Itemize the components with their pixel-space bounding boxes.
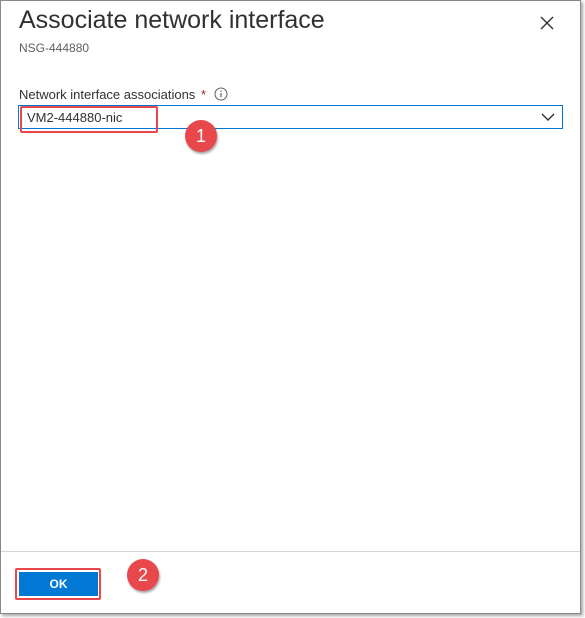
field-label-text: Network interface associations (19, 87, 196, 102)
close-button[interactable] (535, 11, 559, 35)
panel-title: Associate network interface (19, 6, 325, 34)
close-icon (540, 16, 554, 30)
panel-subtitle: NSG-444880 (19, 41, 90, 55)
footer-divider (1, 551, 580, 552)
step-1-badge: 1 (185, 120, 217, 152)
highlight-box-select (20, 106, 158, 133)
required-indicator: * (200, 87, 206, 102)
highlight-box-ok (15, 568, 101, 600)
associate-network-interface-panel: Associate network interface NSG-444880 N… (0, 0, 581, 614)
step-2-badge: 2 (127, 559, 159, 591)
info-icon[interactable] (214, 87, 228, 101)
field-label: Network interface associations * (19, 87, 206, 102)
chevron-down-icon (541, 113, 555, 121)
